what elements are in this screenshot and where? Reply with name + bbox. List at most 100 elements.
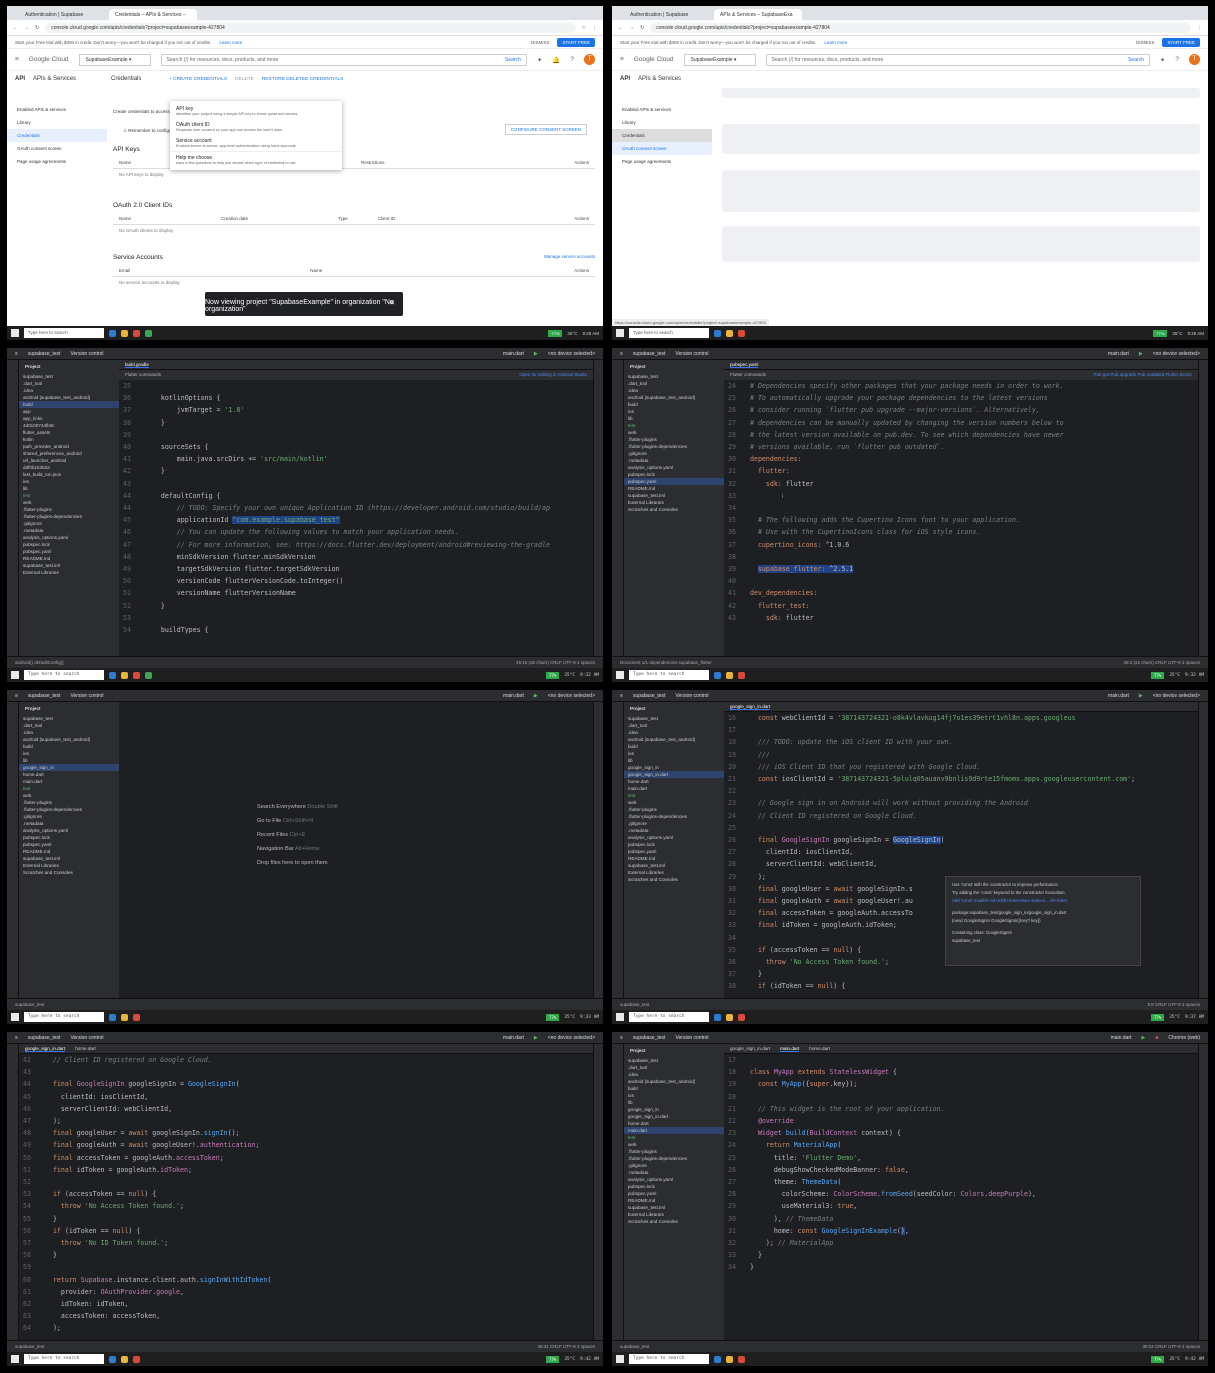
tree-item[interactable]: README.md [19,848,119,855]
menu-item-oauth-client[interactable]: OAuth client ID Requests user consent so … [170,119,342,135]
sidebar-item-oauth[interactable]: OAuth consent screen [612,142,712,155]
code-editor[interactable]: build.gradle Flutter commands Open for Ed… [119,360,593,656]
back-icon[interactable]: ← [13,25,18,31]
tree-item[interactable]: .flutter-plugins [624,1148,724,1155]
open-android-link[interactable]: Open for Editing in Android Studio [519,372,587,378]
sidebar-item-library[interactable]: Library [612,116,712,129]
tab-apis[interactable]: APIs & Services – SupabaseExa [714,9,802,20]
tree-item[interactable]: home.dart [19,771,119,778]
tree-item[interactable]: lib [19,485,119,492]
tree-item[interactable]: url_launcher_android [19,457,119,464]
tree-item[interactable]: supabase_test [19,373,119,380]
tree-item[interactable]: android [supabase_test_android] [624,394,724,401]
tree-item[interactable]: .idea [624,387,724,394]
avatar[interactable]: T [1189,54,1200,65]
tree-item[interactable]: android [supabase_test_android] [624,736,724,743]
tree-item[interactable]: supabase_test.iml [19,855,119,862]
tree-item[interactable]: shared_preferences_android [19,450,119,457]
code-content[interactable]: 17 18 class MyApp extends StatelessWidget… [724,1054,1198,1274]
tree-item[interactable]: last_build_run.json [19,471,119,478]
windows-icon[interactable] [11,329,19,337]
sidebar-item-credentials[interactable]: Credentials [612,129,712,142]
device-selector[interactable]: <no device selected> [548,693,595,699]
configure-consent-button[interactable]: CONFIGURE CONSENT SCREEN [504,124,587,135]
tree-item[interactable]: kotlin [19,436,119,443]
project-selector[interactable]: SupabaseExample ▾ [683,53,756,66]
tree-item[interactable]: analysis_options.yaml [19,534,119,541]
edge-icon[interactable] [714,329,721,337]
start-free-button[interactable]: START FREE [557,37,595,47]
bell-icon[interactable]: 🔔 [552,56,560,64]
dismiss-button[interactable]: DISMISS [1136,40,1155,45]
menu-icon[interactable]: ⋮ [592,25,597,31]
android-studio-icon[interactable] [145,671,152,679]
tree-item[interactable]: External Libraries [624,1211,724,1218]
tree-item[interactable]: pubspec.lock [624,841,724,848]
device-selector[interactable]: <no device selected> [548,351,595,357]
tab-build-gradle[interactable]: build.gradle [125,362,149,368]
windows-icon[interactable] [616,1355,624,1363]
forward-icon[interactable]: → [629,25,634,31]
tree-item[interactable]: app_links [19,415,119,422]
tree-item[interactable]: google_sign_in [19,764,119,771]
tree-item[interactable]: .dart_tool [19,722,119,729]
tree-item[interactable]: test [19,785,119,792]
tree-item[interactable]: supabase_test.iml [624,1204,724,1211]
tree-item[interactable]: supabase_test [624,373,724,380]
hamburger-icon[interactable]: ≡ [620,56,624,63]
tab-main[interactable]: main.dart [780,1046,800,1052]
project-name[interactable]: supabase_test [633,1035,666,1041]
run-config[interactable]: main.dart [1108,693,1129,699]
menu-icon[interactable]: ≡ [15,1035,18,1041]
taskbar-search[interactable]: Type here to search [629,328,709,338]
vcs-menu[interactable]: Version control [70,1035,103,1041]
google-cloud-logo[interactable]: Google Cloud [634,56,674,63]
tree-item[interactable]: build [624,1085,724,1092]
tree-item[interactable]: ddf0b16352a [19,464,119,471]
code-editor[interactable]: google_sign_in.dart main.dart home.dart 17… [724,1044,1198,1340]
edge-icon[interactable] [109,329,116,337]
code-content[interactable]: 24 # Dependencies specify other packages … [724,380,1198,624]
vcs-menu[interactable]: Version control [675,693,708,699]
chrome-icon[interactable] [133,671,140,679]
avatar[interactable]: T [584,54,595,65]
tree-item[interactable]: main.dart [624,1127,724,1134]
windows-icon[interactable] [616,671,624,679]
project-name[interactable]: supabase_test [28,1035,61,1041]
tree-item[interactable]: .flutter-plugins-dependencies [624,1155,724,1162]
tree-item[interactable]: supabase_test.iml [624,862,724,869]
tree-item[interactable]: web [624,429,724,436]
tree-item[interactable]: .dart_tool [624,722,724,729]
folder-icon[interactable] [726,1013,733,1021]
windows-icon[interactable] [11,671,19,679]
url-input[interactable]: console.cloud.google.com/apis/credential… [45,22,576,33]
sidebar-item-enabled-apis[interactable]: Enabled APIs & services [612,103,712,116]
tree-item[interactable]: supabase_test [624,1057,724,1064]
tree-item[interactable]: path_provider_android [19,443,119,450]
tree-item[interactable]: .flutter-plugins-dependencies [624,443,724,450]
search-input[interactable]: Search (/) for resources, docs, products… [160,53,527,66]
run-config[interactable]: main.dart [1111,1035,1132,1041]
tab-google-sign-in[interactable]: google_sign_in.dart [25,1046,66,1052]
tree-item[interactable]: google_sign_in.dart [624,1113,724,1120]
tree-item[interactable]: supabase_test.iml [19,562,119,569]
tree-item[interactable]: pubspec.yaml [624,848,724,855]
chrome-icon[interactable] [133,1013,140,1021]
project-selector[interactable]: SupabaseExample ▾ [78,53,151,66]
taskbar-search[interactable]: Type here to search [629,1012,709,1022]
taskbar-search[interactable]: Type here to search [629,1354,709,1364]
learn-more-link[interactable]: Learn more [824,40,847,45]
tree-item[interactable]: ios [624,408,724,415]
menu-icon[interactable]: ≡ [620,351,623,357]
tree-item[interactable]: Scratches and Consoles [624,506,724,513]
tab-pubspec[interactable]: pubspec.yaml [730,362,759,368]
tree-item[interactable]: .flutter-plugins-dependencies [19,806,119,813]
menu-icon[interactable]: ⋮ [1197,25,1202,31]
project-name[interactable]: supabase_test [633,693,666,699]
run-icon[interactable]: ▶ [534,1035,538,1041]
tree-item[interactable]: google_sign_in [624,764,724,771]
tree-item[interactable]: pubspec.lock [19,834,119,841]
tree-item[interactable]: build [624,401,724,408]
menu-icon[interactable]: ≡ [15,693,18,699]
project-name[interactable]: supabase_test [28,351,61,357]
